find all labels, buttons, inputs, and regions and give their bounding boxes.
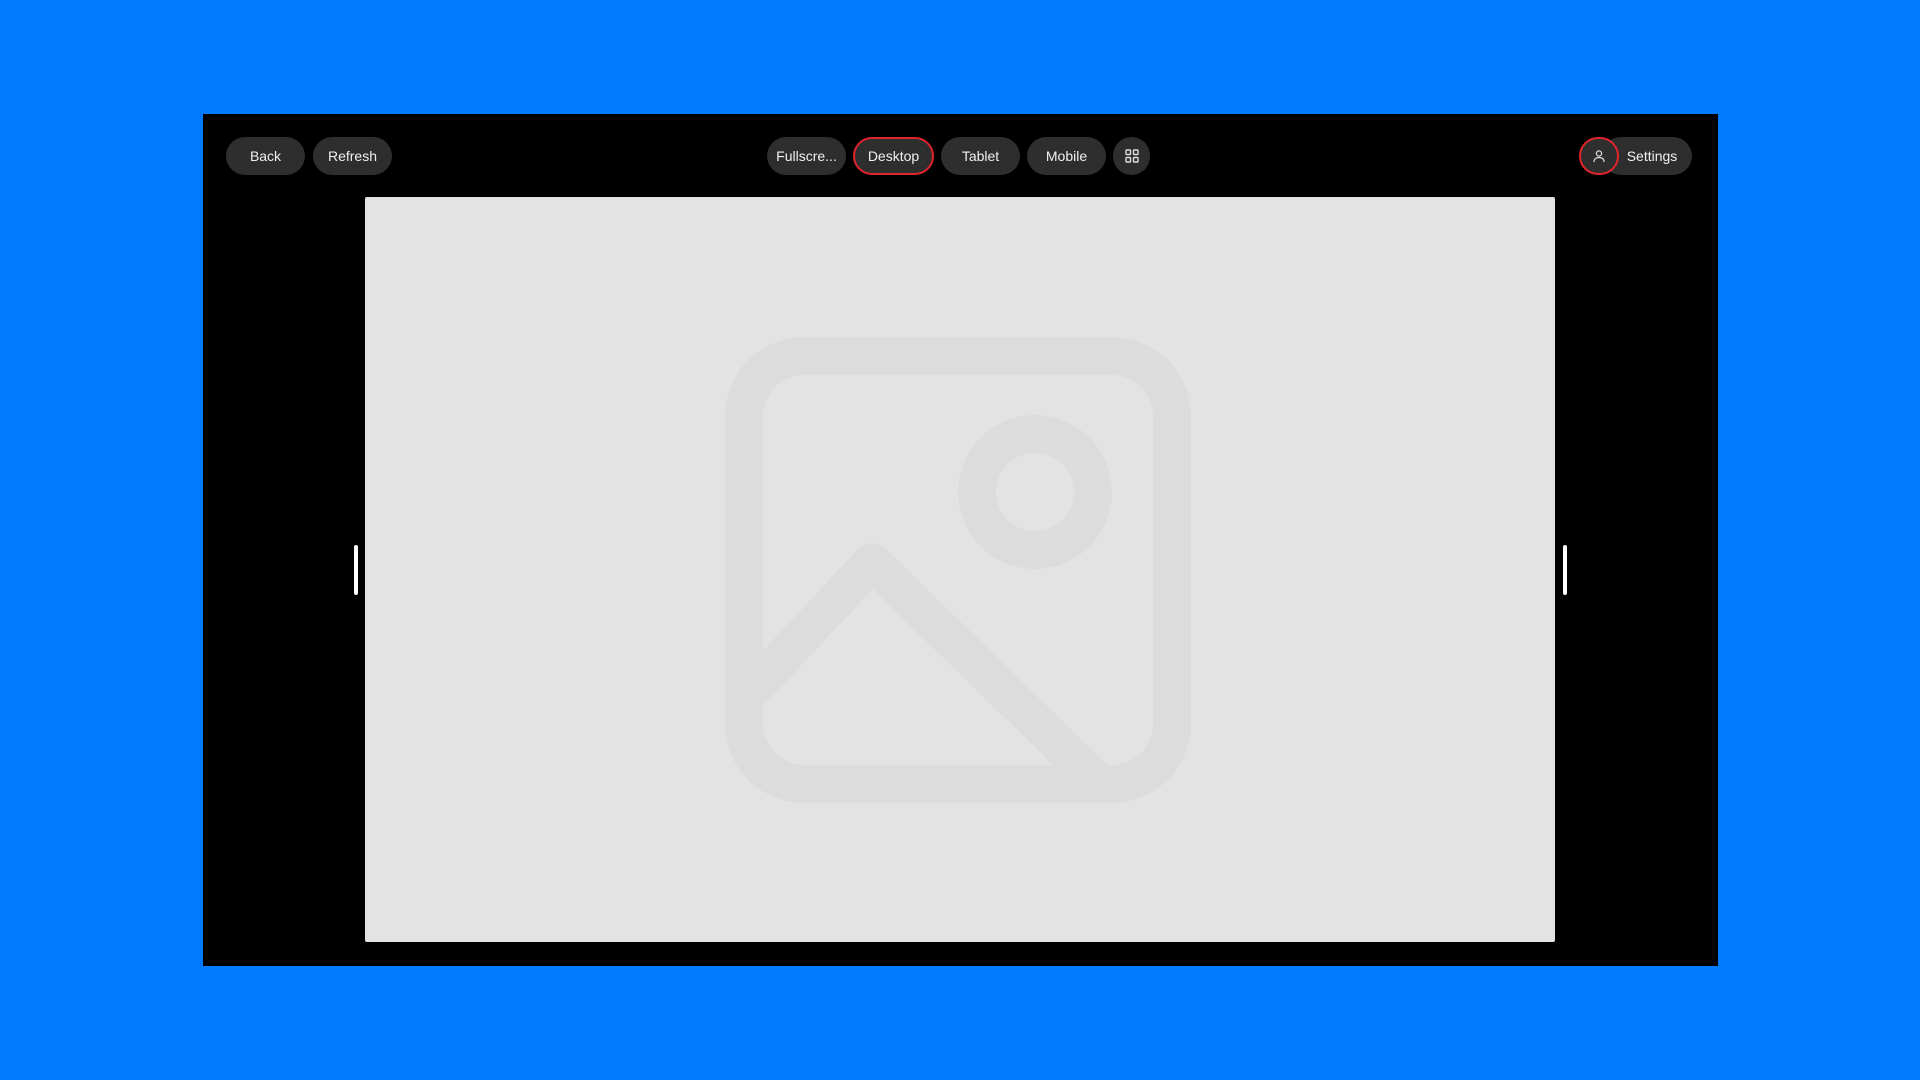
mobile-button[interactable]: Mobile <box>1027 137 1106 175</box>
back-button[interactable]: Back <box>226 137 305 175</box>
fullscreen-button[interactable]: Fullscre... <box>767 137 846 175</box>
left-resize-handle[interactable] <box>354 545 358 595</box>
right-resize-handle[interactable] <box>1563 545 1567 595</box>
grid-icon <box>1124 149 1139 163</box>
grid-button[interactable] <box>1113 137 1150 175</box>
image-placeholder-icon <box>725 337 1191 803</box>
desktop-button[interactable]: Desktop <box>853 137 934 175</box>
user-button[interactable] <box>1579 137 1619 175</box>
refresh-button[interactable]: Refresh <box>313 137 392 175</box>
preview-frame <box>365 197 1555 942</box>
user-icon <box>1593 150 1605 163</box>
tablet-button[interactable]: Tablet <box>941 137 1020 175</box>
preview-window: Back Refresh Fullscre... Desktop Tablet … <box>203 114 1718 966</box>
